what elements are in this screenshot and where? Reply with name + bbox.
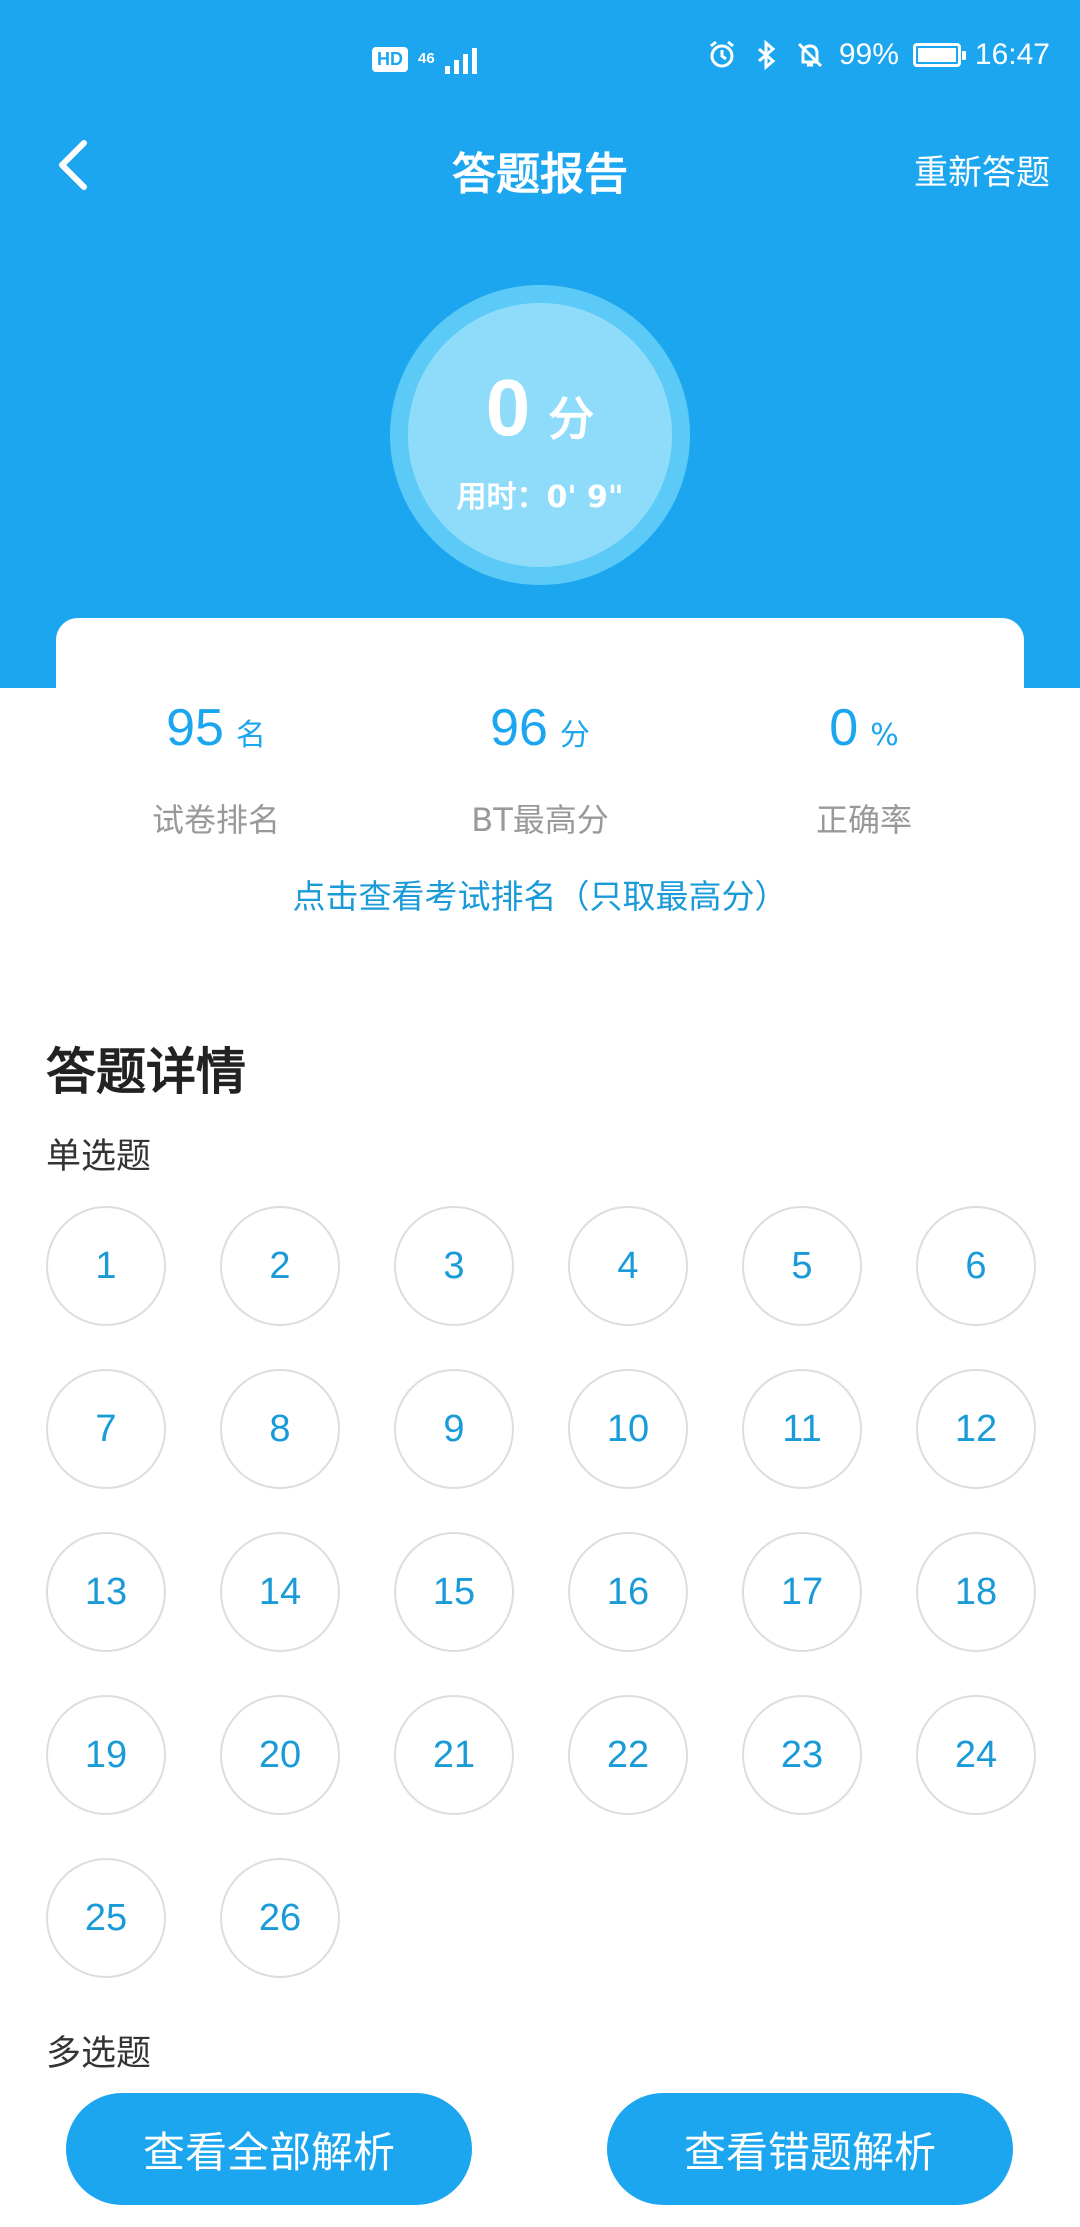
question-number-button[interactable]: 17 bbox=[742, 1532, 862, 1652]
multi-choice-label: 多选题 bbox=[46, 2034, 152, 2074]
question-number-button[interactable]: 16 bbox=[568, 1532, 688, 1652]
network-indicators: HD 46 bbox=[372, 44, 477, 74]
mute-icon bbox=[797, 42, 822, 68]
time-used: 用时：0' 9" bbox=[456, 480, 624, 515]
view-all-analysis-button[interactable]: 查看全部解析 bbox=[66, 2093, 472, 2205]
stat-unit: 名 bbox=[235, 718, 266, 753]
stat-value: 96 bbox=[490, 699, 548, 757]
question-number-button[interactable]: 6 bbox=[916, 1206, 1036, 1326]
network-type: 46 bbox=[418, 50, 435, 67]
question-number-button[interactable]: 21 bbox=[394, 1695, 514, 1815]
question-number-button[interactable]: 25 bbox=[46, 1858, 166, 1978]
stat-label: BT最高分 bbox=[471, 801, 609, 839]
question-number-button[interactable]: 3 bbox=[394, 1206, 514, 1326]
stat-value: 0 bbox=[829, 699, 859, 757]
question-number-button[interactable]: 22 bbox=[568, 1695, 688, 1815]
bluetooth-icon bbox=[757, 40, 776, 70]
question-number-button[interactable]: 7 bbox=[46, 1369, 166, 1489]
question-number-button[interactable]: 26 bbox=[220, 1858, 340, 1978]
view-ranking-link[interactable]: 点击查看考试排名（只取最高分） bbox=[0, 870, 1080, 918]
view-wrong-analysis-button[interactable]: 查看错题解析 bbox=[607, 2093, 1013, 2205]
stat-rank: 95 名 bbox=[56, 698, 376, 758]
score-value: 0 bbox=[485, 363, 531, 452]
question-number-button[interactable]: 20 bbox=[220, 1695, 340, 1815]
hd-badge: HD bbox=[372, 46, 408, 72]
stat-highest-score: 96 分 bbox=[380, 698, 700, 758]
clock: 16:47 bbox=[974, 38, 1050, 71]
score-unit: 分 bbox=[548, 392, 595, 446]
stat-unit: 分 bbox=[559, 718, 590, 753]
stat-value: 95 bbox=[166, 699, 224, 757]
question-number-button[interactable]: 14 bbox=[220, 1532, 340, 1652]
question-number-button[interactable]: 10 bbox=[568, 1369, 688, 1489]
stat-accuracy: 0% bbox=[704, 698, 1024, 758]
signal-icon bbox=[444, 44, 477, 74]
question-number-button[interactable]: 8 bbox=[220, 1369, 340, 1489]
battery-percent: 99% bbox=[838, 38, 899, 71]
question-number-button[interactable]: 24 bbox=[916, 1695, 1036, 1815]
question-number-button[interactable]: 5 bbox=[742, 1206, 862, 1326]
stat-unit: % bbox=[870, 718, 899, 753]
question-number-button[interactable]: 13 bbox=[46, 1532, 166, 1652]
question-number-button[interactable]: 23 bbox=[742, 1695, 862, 1815]
status-bar: HD 46 99% 16:47 bbox=[0, 0, 1080, 122]
status-icons: 99% 16:47 bbox=[707, 38, 1050, 72]
question-number-button[interactable]: 11 bbox=[742, 1369, 862, 1489]
stat-label: 试卷排名 bbox=[151, 801, 280, 839]
question-number-button[interactable]: 18 bbox=[916, 1532, 1036, 1652]
question-number-button[interactable]: 1 bbox=[46, 1206, 166, 1326]
question-number-button[interactable]: 4 bbox=[568, 1206, 688, 1326]
single-choice-label: 单选题 bbox=[46, 1137, 152, 1177]
battery-icon bbox=[912, 43, 966, 67]
alarm-icon bbox=[709, 40, 734, 68]
details-title: 答题详情 bbox=[46, 1043, 246, 1101]
question-number-button[interactable]: 12 bbox=[916, 1369, 1036, 1489]
score-display: 0分 bbox=[0, 362, 1080, 454]
question-number-button[interactable]: 15 bbox=[394, 1532, 514, 1652]
question-number-button[interactable]: 2 bbox=[220, 1206, 340, 1326]
question-number-button[interactable]: 9 bbox=[394, 1369, 514, 1489]
retry-button[interactable]: 重新答题 bbox=[914, 145, 1050, 194]
question-number-button[interactable]: 19 bbox=[46, 1695, 166, 1815]
stat-label: 正确率 bbox=[815, 801, 912, 839]
